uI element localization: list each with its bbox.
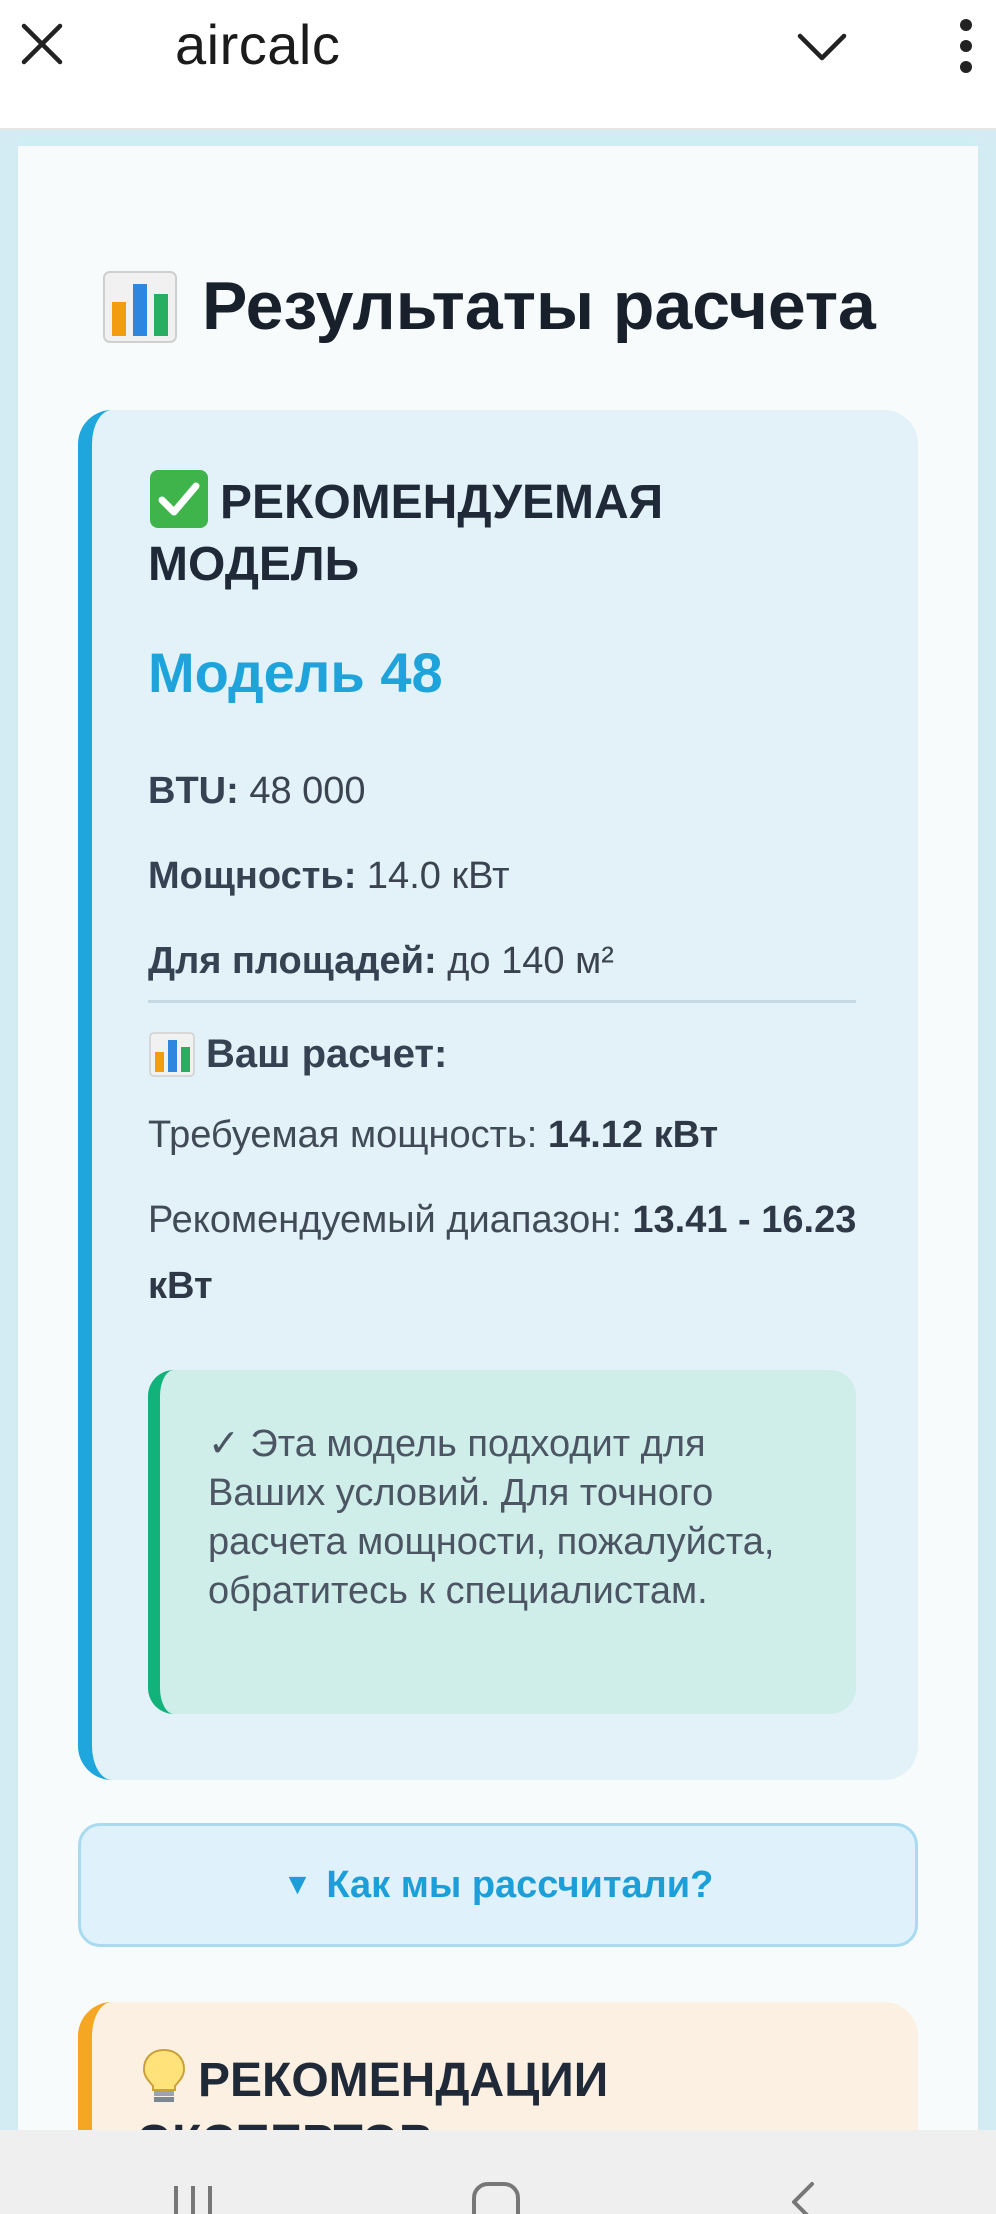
results-page: Результаты расчета РЕКОМЕНДУЕМАЯ МОДЕЛЬ … [18,136,978,2130]
how-we-calculated-button[interactable]: ▼ Как мы рассчитали? [78,1823,918,1947]
suitability-note-text: ✓ Эта модель подходит для Ваших условий.… [208,1423,775,1612]
your-calc-header-text: Ваш расчет: [206,1031,448,1076]
recommended-model-card: РЕКОМЕНДУЕМАЯ МОДЕЛЬ Модель 48 BTU: 48 0… [78,410,918,1780]
how-we-calculated-label: Как мы рассчитали? [326,1863,714,1906]
recommended-range-label: Рекомендуемый диапазон: [148,1199,622,1241]
spec-label: BTU: [148,770,239,812]
recommended-model-header: РЕКОМЕНДУЕМАЯ МОДЕЛЬ [148,468,768,596]
app-bar: aircalc [0,0,996,130]
light-bulb-icon [142,2048,186,2102]
page-top-stripe [18,136,978,146]
divider [148,1000,856,1003]
page-title: Результаты расчета [100,266,876,346]
home-icon[interactable] [470,2180,522,2214]
spec-value: 14.0 кВт [366,855,510,897]
back-icon[interactable] [784,2180,820,2214]
page-title-text: Результаты расчета [202,268,876,344]
chevron-down-icon[interactable] [796,26,848,66]
spec-label: Для площадей: [148,940,437,982]
spec-label: Мощность: [148,855,357,897]
spec-btu: BTU: 48 000 [148,770,366,813]
recommended-range-row: Рекомендуемый диапазон: 13.41 - 16.23 кВ… [148,1187,868,1319]
required-power-value: 14.12 кВт [547,1114,719,1156]
recent-apps-icon[interactable] [170,2180,216,2214]
close-icon[interactable] [18,20,66,68]
expert-recommendations-header: РЕКОМЕНДАЦИИ ЭКСПЕРТОВ: [138,2046,818,2130]
recommended-model-header-text: РЕКОМЕНДУЕМАЯ МОДЕЛЬ [148,476,664,591]
spec-value: до 140 м² [447,940,614,982]
your-calc-header: Ваш расчет: [148,1030,447,1078]
expert-recommendations-card: РЕКОМЕНДАЦИИ ЭКСПЕРТОВ: [78,2002,918,2130]
required-power-row: Требуемая мощность: 14.12 кВт [148,1102,868,1168]
check-mark-icon [150,470,208,528]
more-vert-icon[interactable] [950,18,982,74]
spec-area: Для площадей: до 140 м² [148,940,614,983]
expand-arrow-icon: ▼ [282,1868,313,1901]
spec-power: Мощность: 14.0 кВт [148,855,510,898]
model-name: Модель 48 [148,641,443,704]
required-power-label: Требуемая мощность: [148,1114,538,1156]
app-title: aircalc [175,13,341,76]
expert-recommendations-header-text: РЕКОМЕНДАЦИИ ЭКСПЕРТОВ: [138,2054,609,2130]
bar-chart-icon [103,271,177,343]
web-view[interactable]: Результаты расчета РЕКОМЕНДУЕМАЯ МОДЕЛЬ … [0,130,996,2130]
bar-chart-icon [149,1032,195,1077]
system-navigation-bar [0,2130,996,2214]
spec-value: 48 000 [249,770,366,812]
suitability-note: ✓ Эта модель подходит для Ваших условий.… [148,1370,856,1714]
